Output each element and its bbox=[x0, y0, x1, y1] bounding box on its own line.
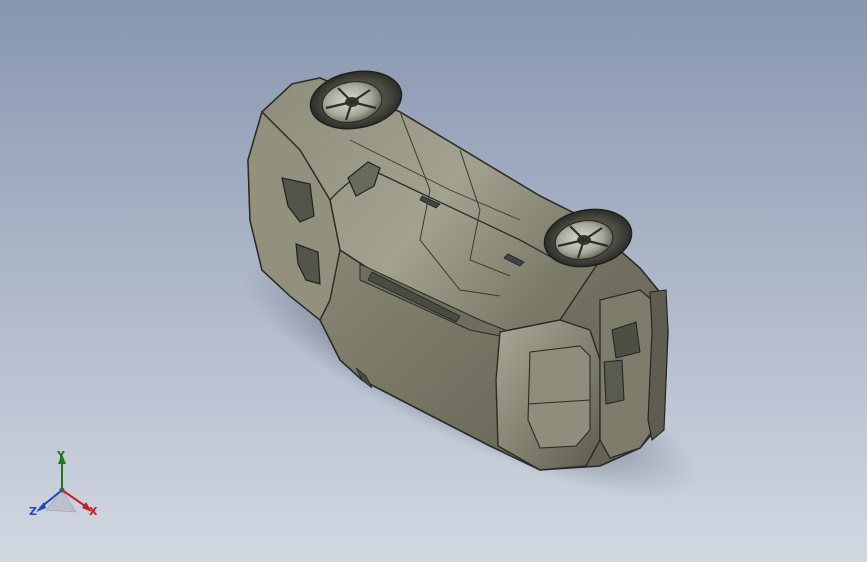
headlight bbox=[603, 359, 625, 405]
axis-label-y: Y bbox=[57, 449, 65, 462]
axis-label-x: X bbox=[89, 505, 98, 518]
front-grille bbox=[647, 289, 669, 442]
graphics-viewport[interactable]: Y X Z bbox=[0, 0, 867, 562]
axis-label-z: Z bbox=[29, 505, 37, 518]
car-model-3d[interactable] bbox=[0, 0, 867, 562]
triad-axes bbox=[36, 454, 92, 513]
coordinate-triad: Y X Z bbox=[24, 446, 114, 526]
hood-inner-panel bbox=[527, 345, 591, 449]
